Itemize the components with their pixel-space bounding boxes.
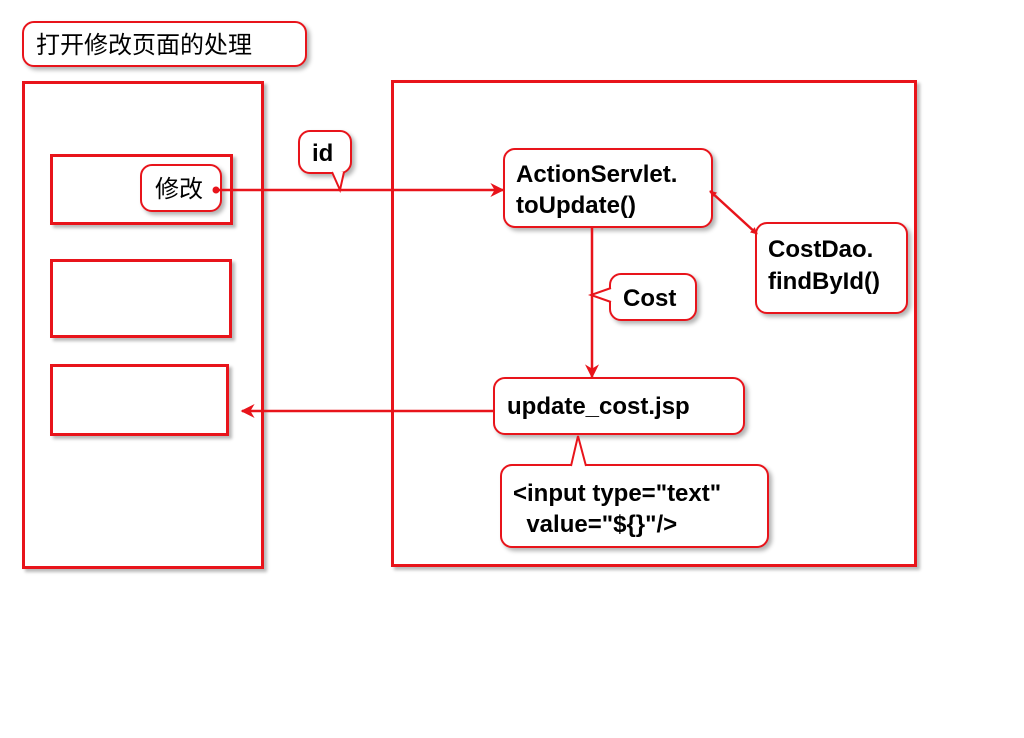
id-param-label: id	[298, 130, 352, 174]
action-servlet-node: ActionServlet. toUpdate()	[503, 148, 713, 228]
list-row-2	[50, 259, 232, 338]
list-row-3	[50, 364, 229, 436]
diagram-title: 打开修改页面的处理	[22, 21, 307, 67]
cost-dao-node: CostDao. findById()	[755, 222, 908, 314]
cost-entity-label: Cost	[609, 273, 697, 321]
modify-button[interactable]: 修改	[140, 164, 222, 212]
input-snippet-note: <input type="text" value="${}"/>	[500, 464, 769, 548]
update-cost-jsp-node: update_cost.jsp	[493, 377, 745, 435]
id-callout-pointer	[331, 171, 345, 194]
